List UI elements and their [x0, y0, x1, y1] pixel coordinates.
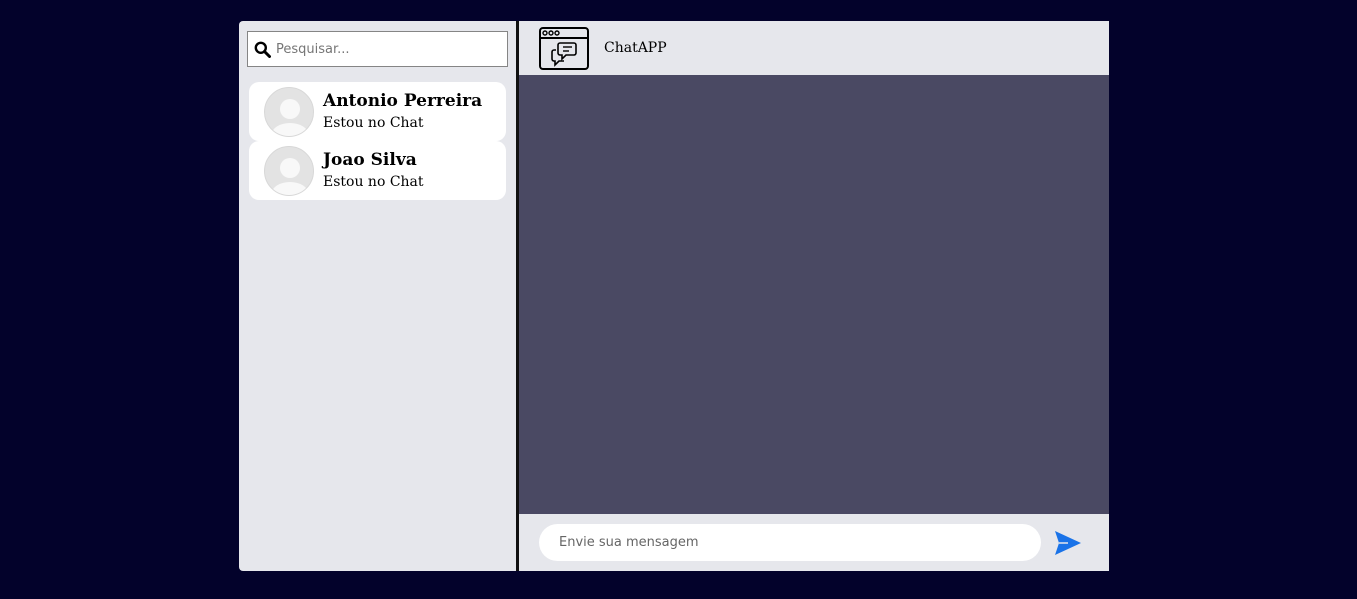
search-icon — [248, 41, 276, 58]
contact-status: Estou no Chat — [323, 115, 424, 131]
contact-info: Antonio Perreira Estou no Chat — [323, 90, 482, 133]
search-input[interactable] — [276, 32, 507, 66]
send-icon[interactable] — [1053, 529, 1083, 557]
contact-status: Estou no Chat — [323, 174, 424, 190]
contact-item[interactable]: Joao Silva Estou no Chat — [249, 141, 506, 200]
search-box — [247, 31, 508, 67]
message-input[interactable] — [539, 524, 1041, 561]
avatar — [264, 145, 314, 196]
chat-window-icon — [539, 26, 589, 70]
contact-name: Joao Silva — [323, 150, 417, 170]
chat-app: Antonio Perreira Estou no Chat Joao Silv… — [239, 21, 1112, 571]
contact-list: Antonio Perreira Estou no Chat Joao Silv… — [247, 82, 508, 200]
chat-header: ChatAPP — [519, 21, 1109, 75]
contact-info: Joao Silva Estou no Chat — [323, 149, 424, 192]
chat-panel: ChatAPP — [519, 21, 1109, 571]
message-area[interactable] — [519, 75, 1109, 514]
avatar — [264, 86, 314, 137]
contact-name: Antonio Perreira — [323, 91, 483, 111]
message-composer — [519, 514, 1109, 571]
app-title: ChatAPP — [604, 40, 667, 56]
contact-item[interactable]: Antonio Perreira Estou no Chat — [249, 82, 506, 141]
sidebar: Antonio Perreira Estou no Chat Joao Silv… — [239, 21, 519, 571]
